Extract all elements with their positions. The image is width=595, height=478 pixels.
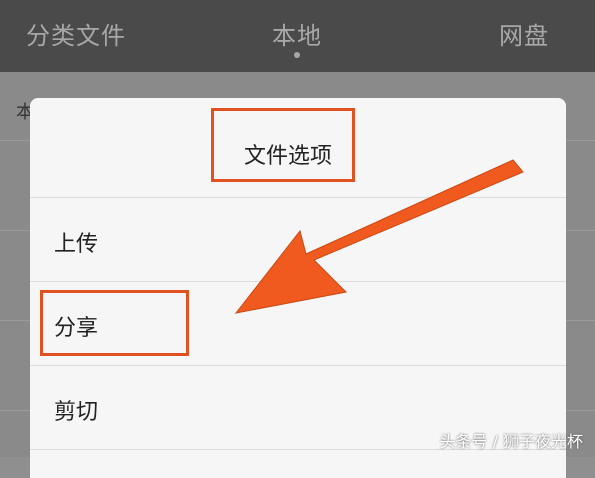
annotation-arrow-icon bbox=[234, 159, 524, 314]
watermark: 头条号 / 狮子夜光杯 bbox=[439, 432, 583, 451]
